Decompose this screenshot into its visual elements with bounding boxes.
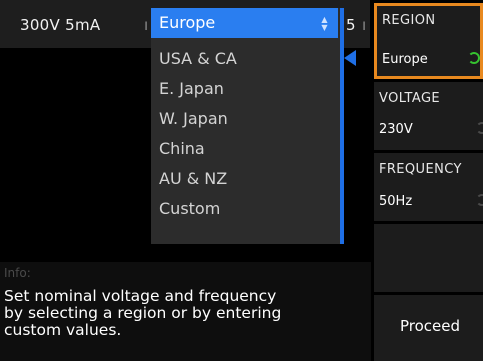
dropdown-option-label: AU & NZ <box>159 169 228 188</box>
rotary-knob-icon <box>468 52 480 64</box>
frequency-softkey[interactable]: FREQUENCY 50Hz <box>374 153 483 221</box>
info-panel: Info: Set nominal voltage and frequency … <box>0 262 371 361</box>
info-text: Set nominal voltage and frequency by sel… <box>4 288 370 339</box>
status-separator: ı <box>144 16 149 34</box>
dropdown-option-e-japan[interactable]: E. Japan <box>151 74 340 104</box>
dropdown-option-china[interactable]: China <box>151 134 340 164</box>
dropdown-option-w-japan[interactable]: W. Japan <box>151 104 340 134</box>
region-softkey-value: Europe <box>382 52 428 67</box>
region-softkey-title: REGION <box>382 13 436 28</box>
frequency-softkey-value: 50Hz <box>379 194 413 209</box>
dropdown-option-europe[interactable]: Europe ▲▼ <box>151 8 338 38</box>
region-softkey[interactable]: REGION Europe <box>374 3 483 79</box>
dropdown-option-usa-ca[interactable]: USA & CA <box>151 44 340 74</box>
dropdown-pointer-icon <box>344 50 356 66</box>
dropdown-option-custom[interactable]: Custom <box>151 194 340 224</box>
region-dropdown-list[interactable]: Europe ▲▼ USA & CA E. Japan W. Japan Chi… <box>151 8 340 244</box>
dropdown-option-label: China <box>159 139 205 158</box>
info-text-line: custom values. <box>4 321 122 339</box>
info-text-line: Set nominal voltage and frequency <box>4 287 277 305</box>
frequency-softkey-title: FREQUENCY <box>379 162 462 177</box>
measurement-range-text: 300V 5mA <box>20 16 101 34</box>
dropdown-option-label: W. Japan <box>159 109 228 128</box>
dropdown-option-label: E. Japan <box>159 79 224 98</box>
dropdown-option-label: Europe <box>159 13 216 32</box>
info-label: Info: <box>4 266 31 280</box>
status-tail-digit: 5 <box>346 16 356 34</box>
proceed-label: Proceed <box>399 317 461 335</box>
softkey-column: REGION Europe VOLTAGE 230V FREQUENCY 50H… <box>371 0 483 361</box>
status-separator-tail: ı <box>362 16 367 34</box>
info-text-line: by selecting a region or by entering <box>4 304 282 322</box>
voltage-softkey-value: 230V <box>379 122 413 137</box>
voltage-softkey[interactable]: VOLTAGE 230V <box>374 82 483 150</box>
dropdown-scroll-edge <box>340 8 344 244</box>
voltage-softkey-title: VOLTAGE <box>379 91 441 106</box>
rotary-knob-icon <box>476 194 483 206</box>
proceed-softkey[interactable]: Proceed <box>374 295 483 361</box>
dropdown-option-au-nz[interactable]: AU & NZ <box>151 164 340 194</box>
empty-softkey[interactable] <box>374 224 483 292</box>
dropdown-option-label: Custom <box>159 199 221 218</box>
dropdown-option-label: USA & CA <box>159 49 237 68</box>
updown-arrows-icon: ▲▼ <box>320 15 329 31</box>
rotary-knob-icon <box>476 122 483 134</box>
instrument-screen: 300V 5mA ı 5 ı Europe ▲▼ USA & CA E. Jap… <box>0 0 483 361</box>
